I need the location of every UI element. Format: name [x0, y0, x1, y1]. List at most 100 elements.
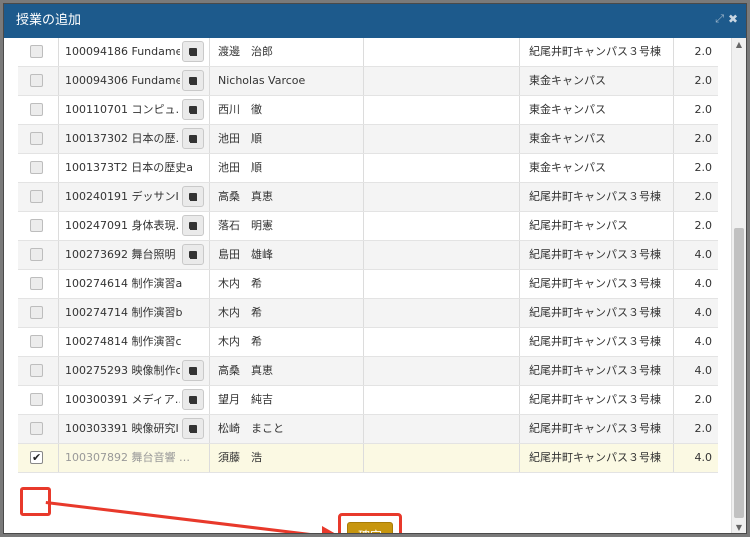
confirm-button[interactable]: 確定 [347, 522, 393, 533]
course-name: 100240191 デッサンI… [65, 190, 180, 203]
book-icon [189, 425, 197, 433]
scroll-down-icon[interactable]: ▼ [732, 521, 746, 533]
syllabus-book-button[interactable] [182, 389, 204, 410]
credits-value: 2.0 [694, 190, 713, 203]
empty-cell [364, 444, 520, 472]
row-checkbox[interactable] [30, 219, 43, 232]
campus-name: 紀尾井町キャンパス [520, 212, 674, 240]
row-checkbox-cell [18, 154, 58, 182]
campus-name: 紀尾井町キャンパス３号棟 [520, 270, 674, 298]
vertical-scrollbar[interactable]: ▲ ▼ [731, 38, 746, 533]
table-row[interactable]: 100273692 舞台照明 … 島田 雄峰 紀尾井町キャンパス３号棟 4.0 [18, 241, 718, 270]
table-row[interactable]: 100300391 メディア… 望月 純吉 紀尾井町キャンパス３号棟 2.0 [18, 386, 718, 415]
book-icon [189, 48, 197, 56]
table-row[interactable]: 100274814 制作演習c 木内 希 紀尾井町キャンパス３号棟 4.0 [18, 328, 718, 357]
row-checkbox-cell [18, 357, 58, 385]
book-icon [189, 396, 197, 404]
teacher-name: 松崎 まこと [210, 415, 364, 443]
row-checkbox-cell [18, 96, 58, 124]
row-checkbox[interactable] [30, 248, 43, 261]
syllabus-book-button[interactable] [182, 70, 204, 91]
table-row[interactable]: 100137302 日本の歴… 池田 順 東金キャンパス 2.0 [18, 125, 718, 154]
table-row[interactable]: 100274714 制作演習b 木内 希 紀尾井町キャンパス３号棟 4.0 [18, 299, 718, 328]
campus-name: 東金キャンパス [520, 96, 674, 124]
book-icon [189, 367, 197, 375]
syllabus-book-button[interactable] [182, 360, 204, 381]
syllabus-book-button[interactable] [182, 215, 204, 236]
table-row[interactable]: 100275293 映像制作c… 高桑 真恵 紀尾井町キャンパス３号棟 4.0 [18, 357, 718, 386]
syllabus-book-button[interactable] [182, 186, 204, 207]
row-checkbox-cell [18, 125, 58, 153]
campus-name: 紀尾井町キャンパス３号棟 [520, 357, 674, 385]
row-checkbox-cell [18, 241, 58, 269]
book-icon [189, 77, 197, 85]
scrollbar-thumb[interactable] [734, 228, 744, 518]
table-row[interactable]: ✔ 100307892 舞台音響 … 須藤 浩 紀尾井町キャンパス３号棟 4.0 [18, 444, 718, 473]
empty-cell [364, 357, 520, 385]
credits-value: 2.0 [694, 219, 713, 232]
course-name: 100300391 メディア… [65, 393, 180, 406]
teacher-name: 島田 雄峰 [210, 241, 364, 269]
row-checkbox-cell [18, 183, 58, 211]
course-cell: 100275293 映像制作c… [58, 357, 210, 385]
row-checkbox[interactable]: ✔ [30, 451, 43, 464]
row-checkbox[interactable] [30, 74, 43, 87]
course-cell: 100307892 舞台音響 … [58, 444, 210, 472]
row-checkbox[interactable] [30, 103, 43, 116]
scroll-up-icon[interactable]: ▲ [732, 38, 746, 52]
row-checkbox[interactable] [30, 132, 43, 145]
syllabus-book-button[interactable] [182, 99, 204, 120]
syllabus-book-button[interactable] [182, 244, 204, 265]
teacher-name: 木内 希 [210, 270, 364, 298]
teacher-name: 木内 希 [210, 299, 364, 327]
course-name: 100273692 舞台照明 … [65, 248, 180, 261]
table-row[interactable]: 100240191 デッサンI… 高桑 真恵 紀尾井町キャンパス３号棟 2.0 [18, 183, 718, 212]
empty-cell [364, 270, 520, 298]
row-checkbox[interactable] [30, 277, 43, 290]
campus-name: 紀尾井町キャンパス３号棟 [520, 444, 674, 472]
table-row[interactable]: 100094306 Fundame… Nicholas Varcoe 東金キャンパス… [18, 67, 718, 96]
row-checkbox[interactable] [30, 306, 43, 319]
row-checkbox[interactable] [30, 364, 43, 377]
syllabus-book-button[interactable] [182, 418, 204, 439]
table-row[interactable]: 100274614 制作演習a 木内 希 紀尾井町キャンパス３号棟 4.0 [18, 270, 718, 299]
row-checkbox-cell [18, 38, 58, 66]
row-checkbox[interactable] [30, 161, 43, 174]
syllabus-book-button[interactable] [182, 128, 204, 149]
table-row[interactable]: 100094186 Fundame… 渡邊 治郎 紀尾井町キャンパス３号棟 2.0 [18, 38, 718, 67]
course-name: 100275293 映像制作c… [65, 364, 180, 377]
course-cell: 100240191 デッサンI… [58, 183, 210, 211]
course-cell: 100094306 Fundame… [58, 67, 210, 95]
book-icon [189, 106, 197, 114]
row-checkbox-cell [18, 67, 58, 95]
annotation-arrow-head [322, 526, 336, 533]
empty-cell [364, 386, 520, 414]
credits-value: 2.0 [694, 74, 713, 87]
campus-name: 紀尾井町キャンパス３号棟 [520, 38, 674, 66]
row-checkbox[interactable] [30, 422, 43, 435]
row-checkbox[interactable] [30, 190, 43, 203]
close-icon[interactable]: ✖ [728, 12, 738, 26]
syllabus-book-button[interactable] [182, 41, 204, 62]
empty-cell [364, 328, 520, 356]
table-row[interactable]: 1001373T2 日本の歴史a 池田 順 東金キャンパス 2.0 [18, 154, 718, 183]
row-checkbox[interactable] [30, 393, 43, 406]
teacher-name: 望月 純吉 [210, 386, 364, 414]
row-checkbox[interactable] [30, 45, 43, 58]
table-row[interactable]: 100247091 身体表現… 落石 明憲 紀尾井町キャンパス 2.0 [18, 212, 718, 241]
credits-value: 2.0 [694, 422, 713, 435]
credits-value: 4.0 [694, 451, 713, 464]
campus-name: 東金キャンパス [520, 125, 674, 153]
table-row[interactable]: 100303391 映像研究I 松崎 まこと 紀尾井町キャンパス３号棟 2.0 [18, 415, 718, 444]
credits-value: 2.0 [694, 393, 713, 406]
add-course-dialog: 授業の追加 ⤢ ✖ 100094186 Fundame…渡邊 治郎紀尾井町キャン… [3, 3, 747, 534]
book-icon [189, 135, 197, 143]
row-checkbox-cell [18, 386, 58, 414]
course-cell: 100110701 コンピュ… [58, 96, 210, 124]
course-cell: 100094186 Fundame… [58, 38, 210, 66]
table-row[interactable]: 100110701 コンピュ… 西川 徹 東金キャンパス 2.0 [18, 96, 718, 125]
row-checkbox[interactable] [30, 335, 43, 348]
expand-icon[interactable]: ⤢ [715, 12, 724, 26]
teacher-name: 池田 順 [210, 154, 364, 182]
row-checkbox-cell [18, 212, 58, 240]
